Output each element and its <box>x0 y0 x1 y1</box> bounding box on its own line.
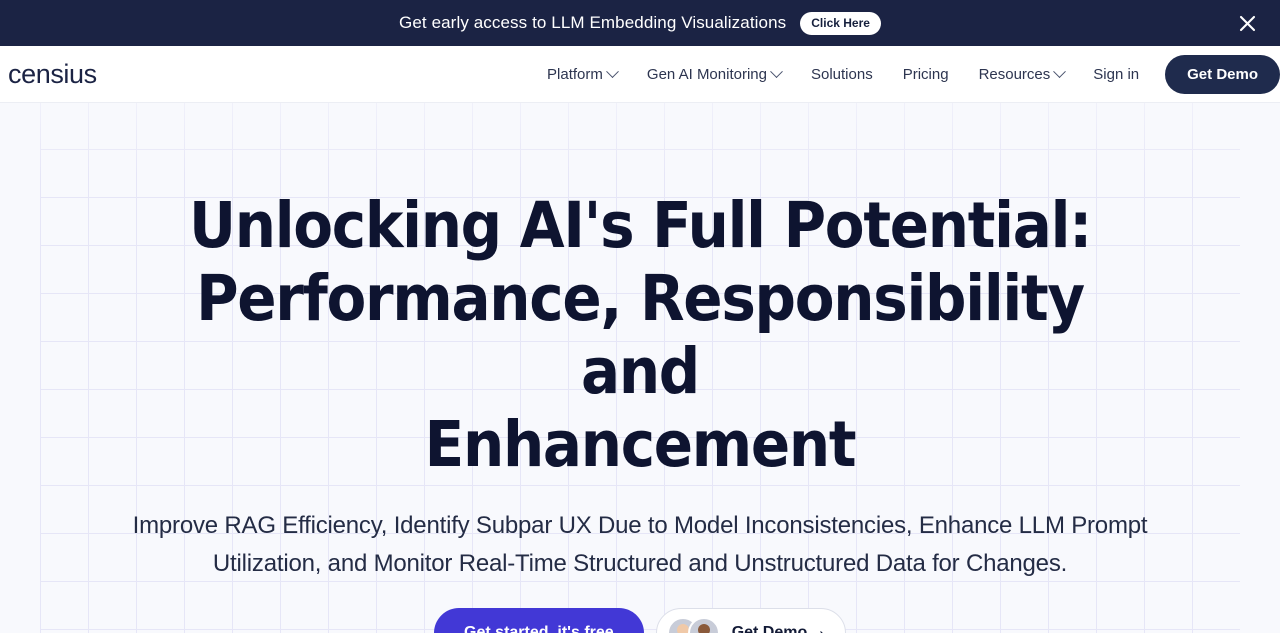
nav-item-gen-ai-monitoring[interactable]: Gen AI Monitoring <box>632 58 796 91</box>
avatar-head <box>697 624 710 633</box>
logo-censius[interactable]: censius <box>8 59 97 90</box>
sign-in-link[interactable]: Sign in <box>1079 58 1153 91</box>
announcement-text: Get early access to LLM Embedding Visual… <box>399 13 787 32</box>
announcement-cta-button[interactable]: Click Here <box>800 11 881 35</box>
hero-cta-group: Get started, it's free Get Demo › <box>0 608 1280 633</box>
nav-links: Platform Gen AI Monitoring Solutions Pri… <box>532 54 1280 94</box>
page-title: Unlocking AI's Full Potential: Performan… <box>175 189 1104 481</box>
nav-item-label: Gen AI Monitoring <box>646 65 767 83</box>
nav-item-resources[interactable]: Resources <box>964 58 1080 91</box>
nav-item-label: Solutions <box>810 65 873 83</box>
hero-get-demo-button[interactable]: Get Demo › <box>655 608 846 633</box>
nav-item-solutions[interactable]: Solutions <box>796 58 888 91</box>
nav-item-platform[interactable]: Platform <box>532 58 632 91</box>
avatar-head <box>676 624 689 633</box>
hero-title-line-2: Performance, Responsibility and <box>196 262 1085 409</box>
main-navigation: censius Platform Gen AI Monitoring Solut… <box>0 46 1280 103</box>
chevron-right-icon: › <box>819 625 825 633</box>
get-demo-button[interactable]: Get Demo <box>1165 54 1280 94</box>
announcement-banner: Get early access to LLM Embedding Visual… <box>0 0 1280 46</box>
hero-title-line-3: Enhancement <box>424 408 857 482</box>
nav-item-pricing[interactable]: Pricing <box>888 58 964 91</box>
get-started-button[interactable]: Get started, it's free <box>434 608 644 633</box>
hero-subtitle: Improve RAG Efficiency, Identify Subpar … <box>105 507 1175 582</box>
hero-get-demo-label: Get Demo <box>731 624 808 633</box>
nav-item-label: Pricing <box>902 65 949 83</box>
close-icon <box>1239 15 1256 32</box>
hero-subtitle-line-1: Improve RAG Efficiency, Identify Subpar … <box>132 512 1148 540</box>
nav-item-label: Platform <box>547 65 603 83</box>
chevron-down-icon <box>770 64 783 78</box>
hero-section: Unlocking AI's Full Potential: Performan… <box>0 103 1280 633</box>
nav-item-label: Resources <box>978 65 1051 83</box>
avatar-group <box>666 617 720 633</box>
hero-subtitle-line-2: Utilization, and Monitor Real-Time Struc… <box>212 549 1068 577</box>
chevron-down-icon <box>1053 64 1067 78</box>
hero-title-line-1: Unlocking AI's Full Potential: <box>188 189 1092 262</box>
chevron-down-icon <box>606 64 619 78</box>
banner-close-button[interactable] <box>1232 8 1262 38</box>
hero-content: Unlocking AI's Full Potential: Performan… <box>0 103 1280 633</box>
